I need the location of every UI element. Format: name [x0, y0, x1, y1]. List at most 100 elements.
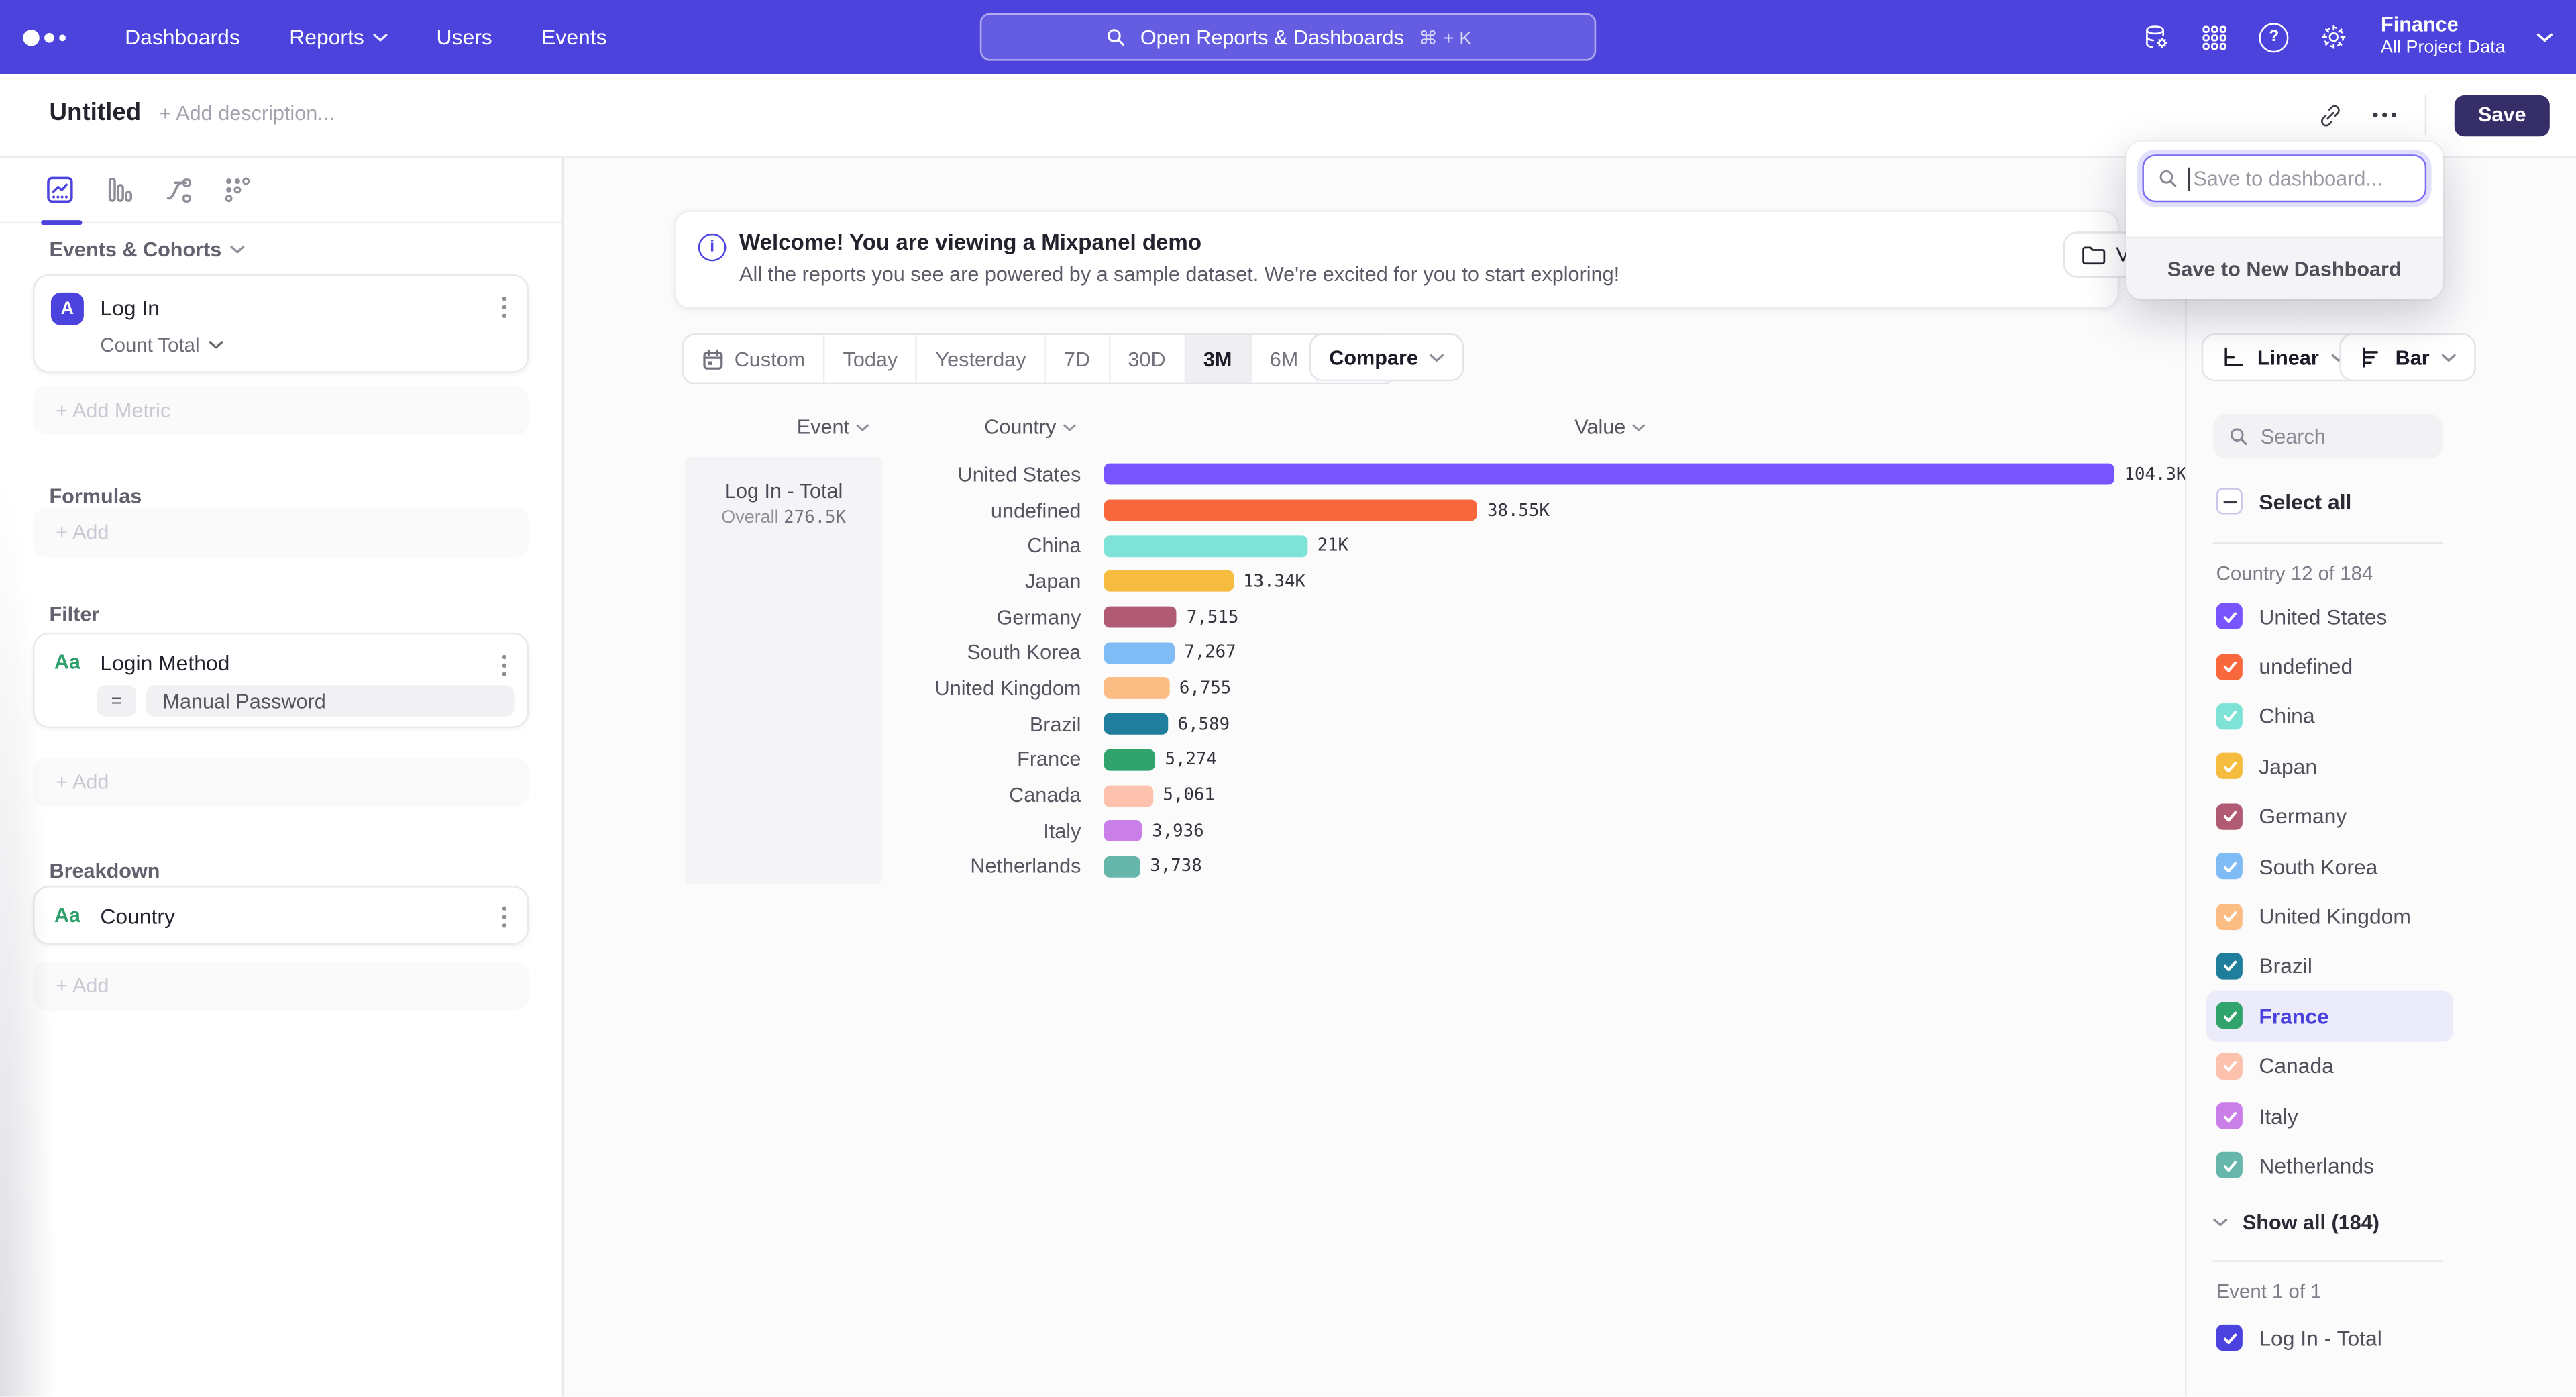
checkbox-checked[interactable]: [2216, 953, 2243, 979]
country-item-canada[interactable]: Canada: [2206, 1041, 2453, 1090]
data-management-icon[interactable]: [2143, 23, 2171, 51]
breakdown-property-name[interactable]: Country: [100, 904, 175, 929]
tab-funnels[interactable]: [103, 173, 135, 205]
checkbox-checked[interactable]: [2216, 654, 2243, 680]
event-item-checkbox[interactable]: [2216, 1325, 2243, 1351]
country-item-france[interactable]: France: [2206, 991, 2453, 1041]
tab-retention[interactable]: [222, 173, 254, 205]
bar-undefined[interactable]: [1104, 500, 1478, 521]
settings-gear-icon[interactable]: [2320, 23, 2348, 51]
save-dashboard-search-input[interactable]: Save to dashboard...: [2142, 154, 2426, 202]
column-header-country[interactable]: Country: [984, 416, 1076, 439]
more-actions-icon[interactable]: [2372, 112, 2397, 119]
bar-brazil[interactable]: [1104, 713, 1168, 735]
apps-grid-icon[interactable]: [2202, 24, 2228, 50]
date-range-today[interactable]: Today: [823, 335, 916, 383]
add-filter-button[interactable]: + Add: [33, 758, 529, 807]
breakdown-section-label: Breakdown: [49, 860, 160, 882]
nav-item-dashboards[interactable]: Dashboards: [125, 25, 240, 50]
save-to-new-dashboard-button[interactable]: Save to New Dashboard: [2126, 237, 2443, 299]
tab-flows[interactable]: [162, 173, 194, 205]
bar-category-label: China: [892, 534, 1104, 557]
bar-united-kingdom[interactable]: [1104, 678, 1169, 699]
country-item-united-states[interactable]: United States: [2206, 592, 2453, 641]
report-description-placeholder[interactable]: + Add description...: [160, 102, 335, 125]
nav-item-events[interactable]: Events: [541, 25, 606, 50]
tab-insights[interactable]: [44, 173, 76, 205]
country-item-united-kingdom[interactable]: United Kingdom: [2206, 891, 2453, 941]
legend-search-input[interactable]: Search: [2213, 414, 2443, 458]
country-item-japan[interactable]: Japan: [2206, 741, 2453, 791]
country-item-italy[interactable]: Italy: [2206, 1091, 2453, 1141]
date-range-30d[interactable]: 30D: [1108, 335, 1184, 383]
bar-canada[interactable]: [1104, 784, 1153, 806]
filter-card[interactable]: Aa Login Method = Manual Password: [33, 633, 529, 728]
mixpanel-logo-icon[interactable]: [23, 29, 66, 45]
filter-operator-selector[interactable]: =: [97, 685, 136, 717]
checkbox-checked[interactable]: [2216, 1153, 2243, 1179]
nav-item-users[interactable]: Users: [437, 25, 492, 50]
checkbox-checked[interactable]: [2216, 703, 2243, 729]
bar-italy[interactable]: [1104, 821, 1142, 842]
bar-france[interactable]: [1104, 749, 1155, 770]
checkbox-checked[interactable]: [2216, 603, 2243, 629]
country-item-south-korea[interactable]: South Korea: [2206, 841, 2453, 891]
copy-link-icon[interactable]: [2316, 101, 2345, 130]
bar-south-korea[interactable]: [1104, 642, 1175, 664]
metric-card[interactable]: A Log In Count Total: [33, 274, 529, 373]
compare-button[interactable]: Compare: [1309, 333, 1464, 381]
project-switcher[interactable]: Finance All Project Data: [2381, 14, 2506, 60]
chevron-down-icon[interactable]: [2536, 32, 2553, 42]
date-range-yesterday[interactable]: Yesterday: [916, 335, 1044, 383]
checkbox-checked[interactable]: [2216, 903, 2243, 929]
bar-china[interactable]: [1104, 535, 1307, 557]
nav-item-reports[interactable]: Reports: [289, 25, 387, 50]
date-range-3m[interactable]: 3M: [1183, 335, 1250, 383]
column-header-value[interactable]: Value: [1574, 416, 1645, 439]
bar-value-label: 3,936: [1152, 821, 1203, 841]
global-search-button[interactable]: Open Reports & Dashboards ⌘ + K: [980, 13, 1596, 61]
chart-type-selector[interactable]: Bar: [2339, 333, 2475, 381]
breakdown-card[interactable]: Aa Country: [33, 886, 529, 945]
bar-netherlands[interactable]: [1104, 856, 1140, 878]
checkbox-checked[interactable]: [2216, 1053, 2243, 1079]
show-all-button[interactable]: Show all (184): [2213, 1208, 2379, 1237]
country-item-brazil[interactable]: Brazil: [2206, 941, 2453, 991]
checkbox-checked[interactable]: [2216, 754, 2243, 780]
events-cohorts-section-label[interactable]: Events & Cohorts: [49, 238, 244, 261]
country-item-germany[interactable]: Germany: [2206, 791, 2453, 841]
kebab-menu-icon[interactable]: [501, 296, 508, 319]
report-title[interactable]: Untitled: [49, 99, 141, 127]
filter-value-selector[interactable]: Manual Password: [146, 685, 515, 717]
checkbox-checked[interactable]: [2216, 803, 2243, 829]
check-icon: [2220, 1057, 2239, 1075]
country-item-netherlands[interactable]: Netherlands: [2206, 1141, 2453, 1190]
bar-united-states[interactable]: [1104, 464, 2114, 485]
date-range-6m[interactable]: 6M: [1250, 335, 1316, 383]
checkbox-checked[interactable]: [2216, 853, 2243, 879]
date-range-custom[interactable]: Custom: [684, 335, 823, 383]
country-item-undefined[interactable]: undefined: [2206, 641, 2453, 691]
help-icon[interactable]: ?: [2259, 22, 2289, 52]
metric-event-name[interactable]: Log In: [100, 296, 160, 321]
checkbox-indeterminate[interactable]: [2216, 488, 2243, 514]
date-range-7d[interactable]: 7D: [1044, 335, 1108, 383]
checkbox-checked[interactable]: [2216, 1102, 2243, 1129]
bar-germany[interactable]: [1104, 607, 1177, 628]
bar-row-united-kingdom: United Kingdom6,755: [892, 670, 2187, 706]
select-all-row[interactable]: Select all: [2216, 488, 2352, 514]
column-header-event[interactable]: Event: [797, 416, 869, 439]
add-formula-button[interactable]: + Add: [33, 508, 529, 557]
checkbox-checked[interactable]: [2216, 1003, 2243, 1029]
event-series-cell[interactable]: Log In - Total Overall 276.5K: [685, 457, 882, 884]
save-button[interactable]: Save: [2455, 95, 2550, 136]
metric-aggregation-selector[interactable]: Count Total: [100, 333, 222, 356]
kebab-menu-icon[interactable]: [501, 654, 508, 677]
filter-property-name[interactable]: Login Method: [100, 651, 229, 676]
kebab-menu-icon[interactable]: [501, 905, 508, 928]
country-item-china[interactable]: China: [2206, 691, 2453, 741]
event-legend-item[interactable]: Log In - Total: [2216, 1313, 2382, 1362]
bar-japan[interactable]: [1104, 571, 1234, 592]
add-metric-button[interactable]: + Add Metric: [33, 386, 529, 435]
add-breakdown-button[interactable]: + Add: [33, 962, 529, 1011]
